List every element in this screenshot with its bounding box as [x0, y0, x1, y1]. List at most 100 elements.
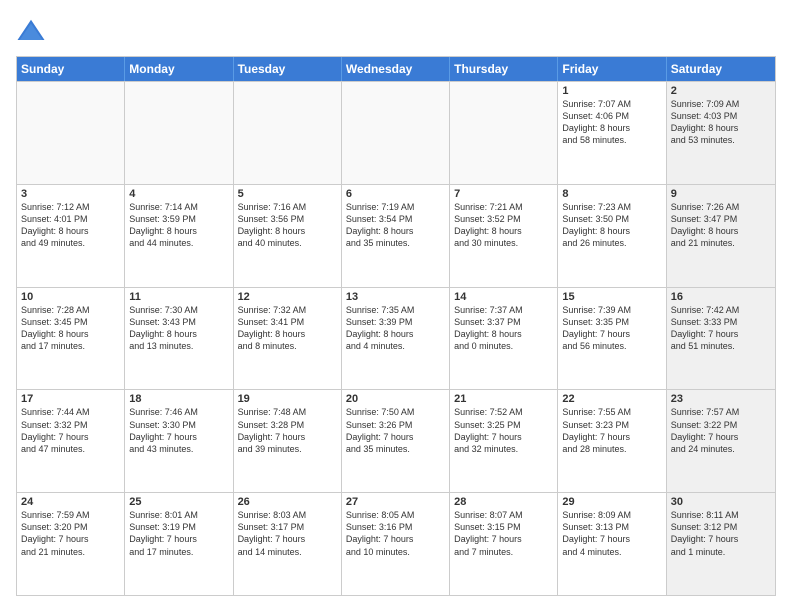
day-number: 28: [454, 496, 553, 508]
calendar-cell: 23Sunrise: 7:57 AM Sunset: 3:22 PM Dayli…: [667, 390, 775, 492]
calendar-cell: 12Sunrise: 7:32 AM Sunset: 3:41 PM Dayli…: [234, 288, 342, 390]
day-number: 20: [346, 393, 445, 405]
calendar-body: 1Sunrise: 7:07 AM Sunset: 4:06 PM Daylig…: [17, 81, 775, 595]
calendar-cell: 13Sunrise: 7:35 AM Sunset: 3:39 PM Dayli…: [342, 288, 450, 390]
calendar-row: 3Sunrise: 7:12 AM Sunset: 4:01 PM Daylig…: [17, 184, 775, 287]
day-info: Sunrise: 7:16 AM Sunset: 3:56 PM Dayligh…: [238, 201, 337, 250]
day-number: 24: [21, 496, 120, 508]
calendar-cell: 1Sunrise: 7:07 AM Sunset: 4:06 PM Daylig…: [558, 82, 666, 184]
day-number: 7: [454, 188, 553, 200]
calendar-row: 10Sunrise: 7:28 AM Sunset: 3:45 PM Dayli…: [17, 287, 775, 390]
calendar-header-cell: Tuesday: [234, 57, 342, 81]
day-info: Sunrise: 7:57 AM Sunset: 3:22 PM Dayligh…: [671, 406, 771, 455]
calendar-cell: 3Sunrise: 7:12 AM Sunset: 4:01 PM Daylig…: [17, 185, 125, 287]
calendar-header-cell: Wednesday: [342, 57, 450, 81]
logo-icon: [16, 16, 46, 46]
day-info: Sunrise: 7:12 AM Sunset: 4:01 PM Dayligh…: [21, 201, 120, 250]
day-info: Sunrise: 7:23 AM Sunset: 3:50 PM Dayligh…: [562, 201, 661, 250]
calendar-cell: 28Sunrise: 8:07 AM Sunset: 3:15 PM Dayli…: [450, 493, 558, 595]
day-number: 23: [671, 393, 771, 405]
day-number: 2: [671, 85, 771, 97]
day-number: 9: [671, 188, 771, 200]
calendar-cell: 2Sunrise: 7:09 AM Sunset: 4:03 PM Daylig…: [667, 82, 775, 184]
day-info: Sunrise: 8:03 AM Sunset: 3:17 PM Dayligh…: [238, 509, 337, 558]
day-number: 1: [562, 85, 661, 97]
day-number: 15: [562, 291, 661, 303]
day-info: Sunrise: 7:09 AM Sunset: 4:03 PM Dayligh…: [671, 98, 771, 147]
day-info: Sunrise: 7:32 AM Sunset: 3:41 PM Dayligh…: [238, 304, 337, 353]
calendar-header-cell: Thursday: [450, 57, 558, 81]
day-number: 22: [562, 393, 661, 405]
calendar-cell: 29Sunrise: 8:09 AM Sunset: 3:13 PM Dayli…: [558, 493, 666, 595]
calendar-header: SundayMondayTuesdayWednesdayThursdayFrid…: [17, 57, 775, 81]
calendar-header-cell: Monday: [125, 57, 233, 81]
day-number: 25: [129, 496, 228, 508]
calendar-cell: 30Sunrise: 8:11 AM Sunset: 3:12 PM Dayli…: [667, 493, 775, 595]
day-number: 4: [129, 188, 228, 200]
calendar-cell: 8Sunrise: 7:23 AM Sunset: 3:50 PM Daylig…: [558, 185, 666, 287]
day-info: Sunrise: 7:48 AM Sunset: 3:28 PM Dayligh…: [238, 406, 337, 455]
day-number: 13: [346, 291, 445, 303]
day-number: 12: [238, 291, 337, 303]
day-number: 8: [562, 188, 661, 200]
calendar-header-cell: Saturday: [667, 57, 775, 81]
day-info: Sunrise: 7:37 AM Sunset: 3:37 PM Dayligh…: [454, 304, 553, 353]
day-info: Sunrise: 7:35 AM Sunset: 3:39 PM Dayligh…: [346, 304, 445, 353]
day-info: Sunrise: 7:52 AM Sunset: 3:25 PM Dayligh…: [454, 406, 553, 455]
day-number: 27: [346, 496, 445, 508]
calendar-header-cell: Sunday: [17, 57, 125, 81]
calendar-cell: 10Sunrise: 7:28 AM Sunset: 3:45 PM Dayli…: [17, 288, 125, 390]
day-info: Sunrise: 7:28 AM Sunset: 3:45 PM Dayligh…: [21, 304, 120, 353]
day-number: 21: [454, 393, 553, 405]
day-number: 11: [129, 291, 228, 303]
day-number: 29: [562, 496, 661, 508]
calendar-cell: 4Sunrise: 7:14 AM Sunset: 3:59 PM Daylig…: [125, 185, 233, 287]
day-info: Sunrise: 7:42 AM Sunset: 3:33 PM Dayligh…: [671, 304, 771, 353]
calendar-cell: 19Sunrise: 7:48 AM Sunset: 3:28 PM Dayli…: [234, 390, 342, 492]
day-info: Sunrise: 7:39 AM Sunset: 3:35 PM Dayligh…: [562, 304, 661, 353]
calendar: SundayMondayTuesdayWednesdayThursdayFrid…: [16, 56, 776, 596]
calendar-cell: 24Sunrise: 7:59 AM Sunset: 3:20 PM Dayli…: [17, 493, 125, 595]
day-info: Sunrise: 7:30 AM Sunset: 3:43 PM Dayligh…: [129, 304, 228, 353]
calendar-cell: 22Sunrise: 7:55 AM Sunset: 3:23 PM Dayli…: [558, 390, 666, 492]
calendar-cell: [234, 82, 342, 184]
calendar-cell: 20Sunrise: 7:50 AM Sunset: 3:26 PM Dayli…: [342, 390, 450, 492]
day-info: Sunrise: 7:50 AM Sunset: 3:26 PM Dayligh…: [346, 406, 445, 455]
day-info: Sunrise: 8:11 AM Sunset: 3:12 PM Dayligh…: [671, 509, 771, 558]
day-info: Sunrise: 7:19 AM Sunset: 3:54 PM Dayligh…: [346, 201, 445, 250]
calendar-cell: 25Sunrise: 8:01 AM Sunset: 3:19 PM Dayli…: [125, 493, 233, 595]
day-info: Sunrise: 7:59 AM Sunset: 3:20 PM Dayligh…: [21, 509, 120, 558]
day-info: Sunrise: 7:14 AM Sunset: 3:59 PM Dayligh…: [129, 201, 228, 250]
calendar-row: 17Sunrise: 7:44 AM Sunset: 3:32 PM Dayli…: [17, 389, 775, 492]
day-number: 18: [129, 393, 228, 405]
day-number: 5: [238, 188, 337, 200]
calendar-cell: 9Sunrise: 7:26 AM Sunset: 3:47 PM Daylig…: [667, 185, 775, 287]
calendar-cell: [450, 82, 558, 184]
day-number: 30: [671, 496, 771, 508]
calendar-cell: 27Sunrise: 8:05 AM Sunset: 3:16 PM Dayli…: [342, 493, 450, 595]
day-info: Sunrise: 8:09 AM Sunset: 3:13 PM Dayligh…: [562, 509, 661, 558]
day-info: Sunrise: 7:55 AM Sunset: 3:23 PM Dayligh…: [562, 406, 661, 455]
calendar-cell: 21Sunrise: 7:52 AM Sunset: 3:25 PM Dayli…: [450, 390, 558, 492]
calendar-row: 1Sunrise: 7:07 AM Sunset: 4:06 PM Daylig…: [17, 81, 775, 184]
day-info: Sunrise: 8:05 AM Sunset: 3:16 PM Dayligh…: [346, 509, 445, 558]
day-info: Sunrise: 8:07 AM Sunset: 3:15 PM Dayligh…: [454, 509, 553, 558]
calendar-header-cell: Friday: [558, 57, 666, 81]
calendar-cell: [17, 82, 125, 184]
calendar-cell: 15Sunrise: 7:39 AM Sunset: 3:35 PM Dayli…: [558, 288, 666, 390]
calendar-cell: 16Sunrise: 7:42 AM Sunset: 3:33 PM Dayli…: [667, 288, 775, 390]
day-number: 26: [238, 496, 337, 508]
day-info: Sunrise: 8:01 AM Sunset: 3:19 PM Dayligh…: [129, 509, 228, 558]
calendar-cell: [125, 82, 233, 184]
calendar-cell: 17Sunrise: 7:44 AM Sunset: 3:32 PM Dayli…: [17, 390, 125, 492]
calendar-cell: 11Sunrise: 7:30 AM Sunset: 3:43 PM Dayli…: [125, 288, 233, 390]
day-info: Sunrise: 7:07 AM Sunset: 4:06 PM Dayligh…: [562, 98, 661, 147]
header: [16, 16, 776, 46]
calendar-cell: 7Sunrise: 7:21 AM Sunset: 3:52 PM Daylig…: [450, 185, 558, 287]
calendar-cell: 14Sunrise: 7:37 AM Sunset: 3:37 PM Dayli…: [450, 288, 558, 390]
day-number: 3: [21, 188, 120, 200]
calendar-cell: 5Sunrise: 7:16 AM Sunset: 3:56 PM Daylig…: [234, 185, 342, 287]
calendar-cell: 6Sunrise: 7:19 AM Sunset: 3:54 PM Daylig…: [342, 185, 450, 287]
day-number: 6: [346, 188, 445, 200]
day-number: 17: [21, 393, 120, 405]
